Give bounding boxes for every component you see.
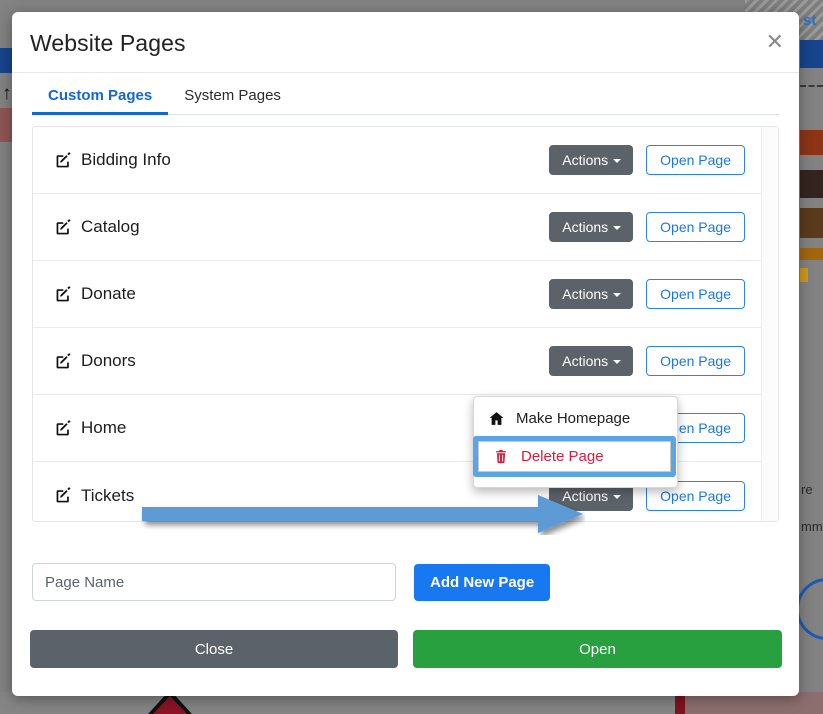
website-pages-modal: Website Pages ✕ Custom Pages System Page… bbox=[12, 12, 799, 696]
background-blue-bar-right bbox=[800, 40, 823, 68]
add-new-page-button[interactable]: Add New Page bbox=[414, 564, 550, 601]
close-button[interactable]: Close bbox=[30, 630, 398, 668]
table-row: Bidding Info Actions Open Page bbox=[33, 127, 762, 194]
chevron-down-icon bbox=[613, 495, 621, 499]
background-swatch-2 bbox=[800, 170, 823, 198]
chevron-down-icon bbox=[613, 360, 621, 364]
actions-button[interactable]: Actions bbox=[549, 212, 633, 242]
page-title: Website Pages bbox=[30, 30, 186, 57]
actions-button[interactable]: Actions bbox=[549, 279, 633, 309]
background-swatch-4 bbox=[800, 248, 823, 260]
edit-pencil-square-icon bbox=[54, 151, 72, 169]
background-triangle-inner bbox=[153, 696, 187, 714]
page-name-label: Donors bbox=[81, 351, 549, 371]
home-icon bbox=[486, 411, 506, 426]
chevron-down-icon bbox=[613, 293, 621, 297]
actions-button-label: Actions bbox=[562, 488, 608, 504]
tab-bar: Custom Pages System Pages bbox=[32, 73, 779, 115]
edit-pencil-square-icon bbox=[54, 419, 72, 437]
page-name-label: Tickets bbox=[81, 486, 549, 506]
background-top-text: st bbox=[803, 12, 816, 29]
modal-header: Website Pages ✕ bbox=[12, 12, 799, 73]
background-blue-circle bbox=[796, 578, 823, 640]
delete-page-highlight-box: Delete Page bbox=[473, 436, 676, 477]
open-page-button[interactable]: Open Page bbox=[646, 145, 745, 175]
delete-page-inner-box: Delete Page bbox=[478, 441, 671, 472]
open-page-button[interactable]: Open Page bbox=[646, 279, 745, 309]
open-page-button[interactable]: Open Page bbox=[646, 346, 745, 376]
actions-button-label: Actions bbox=[562, 152, 608, 168]
actions-dropdown-menu: Make Homepage Delete Page bbox=[473, 396, 678, 488]
edit-pencil-square-icon bbox=[54, 218, 72, 236]
trash-icon bbox=[491, 449, 511, 464]
chevron-down-icon bbox=[613, 159, 621, 163]
tab-system-pages[interactable]: System Pages bbox=[168, 81, 297, 114]
edit-pencil-square-icon bbox=[54, 352, 72, 370]
edit-pencil-square-icon bbox=[54, 487, 72, 505]
open-page-button[interactable]: Open Page bbox=[646, 212, 745, 242]
background-side-text-1: re bbox=[801, 482, 813, 497]
background-swatch-1 bbox=[800, 130, 823, 155]
actions-button-label: Actions bbox=[562, 353, 608, 369]
background-dashed-line bbox=[800, 85, 823, 87]
close-icon[interactable]: ✕ bbox=[766, 31, 784, 53]
menu-item-label: Make Homepage bbox=[516, 410, 630, 427]
tab-custom-pages[interactable]: Custom Pages bbox=[32, 81, 168, 114]
add-page-row: Add New Page bbox=[32, 563, 779, 601]
table-row: Donors Actions Open Page bbox=[33, 328, 762, 395]
page-name-label: Donate bbox=[81, 284, 549, 304]
background-swatch-3 bbox=[800, 208, 823, 238]
background-side-text-2: mm bbox=[801, 519, 823, 534]
open-button[interactable]: Open bbox=[413, 630, 782, 668]
edit-pencil-square-icon bbox=[54, 285, 72, 303]
actions-button-label: Actions bbox=[562, 286, 608, 302]
actions-button-label: Actions bbox=[562, 219, 608, 235]
table-row: Catalog Actions Open Page bbox=[33, 194, 762, 261]
background-swatch-5 bbox=[800, 268, 808, 282]
page-name-label: Bidding Info bbox=[81, 150, 549, 170]
page-name-input[interactable] bbox=[32, 563, 396, 601]
table-row: Donate Actions Open Page bbox=[33, 261, 762, 328]
menu-item-label: Delete Page bbox=[521, 448, 604, 465]
modal-footer: Close Open bbox=[30, 630, 782, 668]
pages-list-container: Bidding Info Actions Open Page Catalog A… bbox=[32, 126, 779, 522]
menu-item-make-homepage[interactable]: Make Homepage bbox=[474, 404, 677, 433]
page-name-label: Catalog bbox=[81, 217, 549, 237]
chevron-down-icon bbox=[613, 226, 621, 230]
actions-button[interactable]: Actions bbox=[549, 145, 633, 175]
actions-button[interactable]: Actions bbox=[549, 346, 633, 376]
scrollbar[interactable] bbox=[761, 127, 778, 521]
menu-item-delete-page[interactable]: Delete Page bbox=[479, 442, 670, 471]
